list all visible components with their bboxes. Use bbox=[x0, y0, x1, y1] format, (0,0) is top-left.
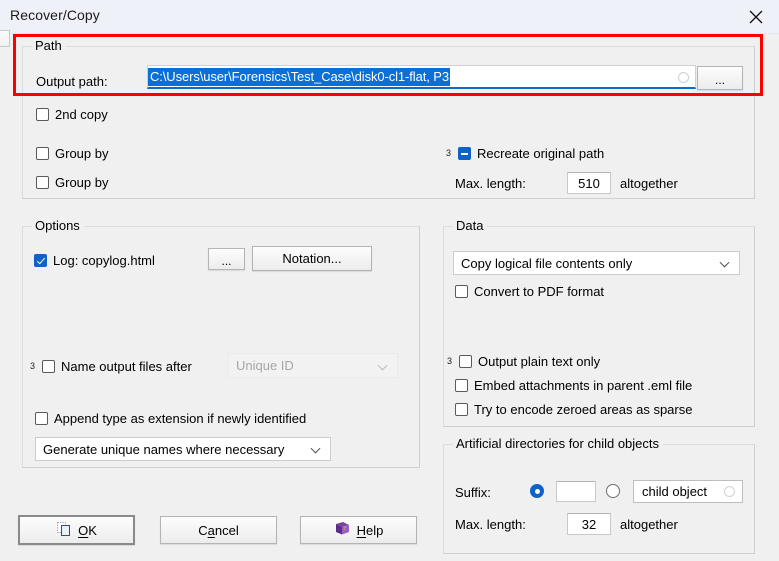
checkbox-name-output-files-after-box[interactable] bbox=[42, 360, 56, 373]
title-bar: Recover/Copy bbox=[0, 0, 779, 34]
checkbox-output-plain-text[interactable]: 3 Output plain text only bbox=[447, 354, 600, 369]
generate-names-dropdown[interactable]: Generate unique names where necessary bbox=[35, 437, 331, 461]
checkbox-recreate-original-path[interactable]: 3 Recreate original path bbox=[446, 146, 604, 161]
checkbox-append-type-box[interactable] bbox=[35, 412, 48, 425]
suffix-preset-field[interactable]: child object bbox=[633, 480, 743, 503]
copy-icon bbox=[56, 521, 72, 540]
path-browse-button[interactable]: ... bbox=[697, 66, 743, 90]
copy-mode-dropdown[interactable]: Copy logical file contents only bbox=[453, 251, 740, 275]
name-output-files-dropdown-value: Unique ID bbox=[236, 358, 294, 373]
checkbox-output-plain-text-box[interactable] bbox=[459, 355, 473, 368]
checkbox-output-plain-text-label: Output plain text only bbox=[478, 354, 601, 369]
copy-mode-dropdown-value: Copy logical file contents only bbox=[461, 255, 633, 271]
recreate-original-path-superscript: 3 bbox=[446, 148, 452, 158]
checkbox-log-copylog-box[interactable] bbox=[34, 254, 47, 267]
close-button[interactable] bbox=[733, 0, 779, 33]
help-button-label: Help bbox=[356, 522, 384, 538]
options-group-legend: Options bbox=[32, 218, 84, 233]
recreate-max-length-suffix: altogether bbox=[620, 176, 678, 191]
checkbox-append-type[interactable]: Append type as extension if newly identi… bbox=[35, 411, 306, 426]
cancel-button-label: Cancel bbox=[198, 522, 239, 538]
checkbox-encode-sparse-box[interactable] bbox=[455, 403, 468, 416]
notation-button[interactable]: Notation... bbox=[252, 246, 372, 271]
output-plain-text-superscript: 3 bbox=[447, 356, 453, 366]
checkbox-group-by-1[interactable]: Group by bbox=[36, 146, 108, 161]
artificial-max-length-label: Max. length: bbox=[455, 517, 526, 532]
output-path-value: C:\Users\user\Forensics\Test_Case\disk0-… bbox=[148, 68, 450, 86]
checkbox-convert-pdf-box[interactable] bbox=[455, 285, 468, 298]
suffix-preset-indicator-icon bbox=[724, 486, 735, 497]
recreate-max-length-input[interactable] bbox=[567, 172, 611, 194]
checkbox-log-copylog-label: Log: copylog.html bbox=[53, 253, 155, 268]
radio-suffix-preset[interactable] bbox=[606, 484, 620, 498]
checkbox-encode-sparse[interactable]: Try to encode zeroed areas as sparse bbox=[455, 402, 692, 417]
checkbox-append-type-label: Append type as extension if newly identi… bbox=[54, 411, 307, 426]
checkbox-2nd-copy[interactable]: 2nd copy bbox=[36, 107, 108, 122]
checkbox-name-output-files-after[interactable]: 3 Name output files after bbox=[30, 359, 192, 374]
checkbox-group-by-1-label: Group by bbox=[55, 146, 109, 161]
cancel-button[interactable]: Cancel bbox=[160, 516, 277, 544]
recreate-max-length-label: Max. length: bbox=[455, 176, 526, 191]
chevron-down-icon bbox=[379, 361, 388, 370]
checkbox-embed-attachments-label: Embed attachments in parent .eml file bbox=[474, 378, 693, 393]
checkbox-log-copylog[interactable]: Log: copylog.html bbox=[34, 253, 155, 268]
output-path-input[interactable]: C:\Users\user\Forensics\Test_Case\disk0-… bbox=[147, 65, 696, 89]
checkbox-recreate-original-path-label: Recreate original path bbox=[477, 146, 605, 161]
checkbox-encode-sparse-label: Try to encode zeroed areas as sparse bbox=[474, 402, 693, 417]
chevron-down-icon bbox=[721, 258, 730, 267]
data-group-legend: Data bbox=[453, 218, 488, 233]
checkbox-group-by-2[interactable]: Group by bbox=[36, 175, 108, 190]
radio-suffix-custom[interactable] bbox=[530, 484, 544, 498]
suffix-custom-input[interactable] bbox=[556, 481, 596, 502]
ok-button-label: OK bbox=[78, 522, 97, 538]
checkbox-convert-pdf[interactable]: Convert to PDF format bbox=[455, 284, 604, 299]
checkbox-embed-attachments-box[interactable] bbox=[455, 379, 468, 392]
log-browse-label: ... bbox=[221, 254, 232, 268]
artificial-max-length-suffix: altogether bbox=[620, 517, 678, 532]
checkbox-name-output-files-after-label: Name output files after bbox=[61, 359, 192, 374]
checkbox-embed-attachments[interactable]: Embed attachments in parent .eml file bbox=[455, 378, 692, 393]
edge-stub-button[interactable] bbox=[0, 30, 10, 47]
help-button[interactable]: ? Help bbox=[300, 516, 417, 544]
ok-button[interactable]: OK bbox=[18, 515, 135, 545]
checkbox-group-by-2-label: Group by bbox=[55, 175, 109, 190]
notation-button-label: Notation... bbox=[282, 251, 342, 266]
checkbox-2nd-copy-box[interactable] bbox=[36, 108, 49, 121]
window-title: Recover/Copy bbox=[10, 7, 100, 23]
checkbox-group-by-2-box[interactable] bbox=[36, 176, 49, 189]
svg-text:?: ? bbox=[343, 526, 346, 532]
suffix-label: Suffix: bbox=[455, 485, 491, 500]
output-path-label: Output path: bbox=[36, 74, 108, 89]
path-browse-label: ... bbox=[714, 73, 725, 87]
artificial-max-length-input[interactable] bbox=[567, 513, 611, 535]
name-output-files-superscript: 3 bbox=[30, 361, 36, 371]
path-group-legend: Path bbox=[32, 38, 66, 53]
name-output-files-dropdown[interactable]: Unique ID bbox=[228, 353, 398, 378]
suffix-preset-value: child object bbox=[642, 484, 708, 499]
path-indicator-icon bbox=[678, 72, 689, 83]
checkbox-group-by-1-box[interactable] bbox=[36, 147, 49, 160]
checkbox-2nd-copy-label: 2nd copy bbox=[55, 107, 108, 122]
chevron-down-icon bbox=[312, 444, 321, 453]
close-icon bbox=[749, 10, 763, 24]
help-book-icon: ? bbox=[334, 521, 351, 539]
checkbox-convert-pdf-label: Convert to PDF format bbox=[474, 284, 605, 299]
artificial-directories-group-legend: Artificial directories for child objects bbox=[453, 436, 664, 451]
log-browse-button[interactable]: ... bbox=[208, 248, 245, 270]
checkbox-recreate-original-path-box[interactable] bbox=[458, 147, 472, 160]
generate-names-dropdown-value: Generate unique names where necessary bbox=[43, 441, 285, 457]
